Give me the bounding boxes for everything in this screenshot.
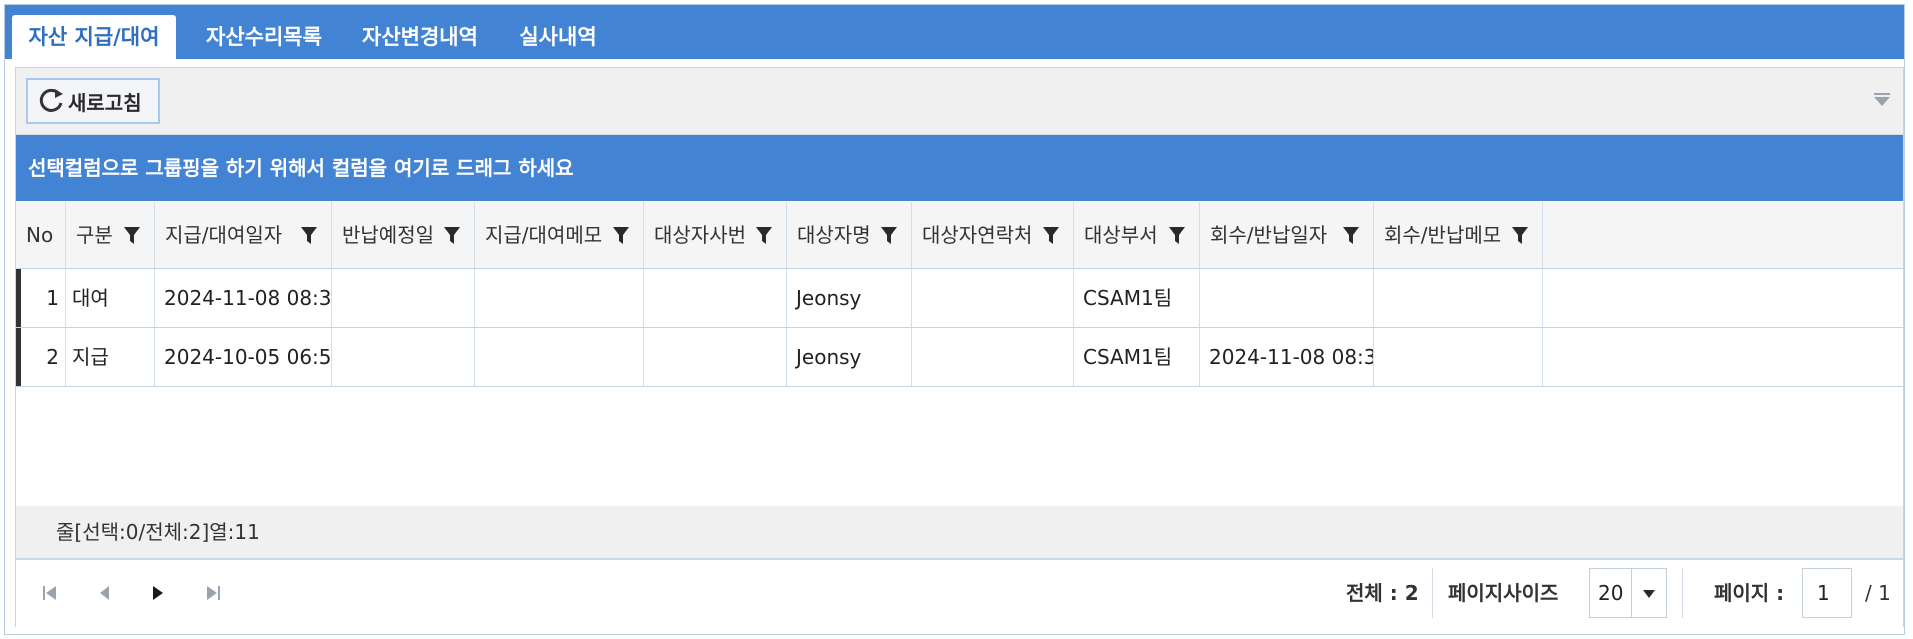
chevron-down-icon bbox=[1643, 590, 1655, 598]
page-number-input[interactable]: 1 bbox=[1802, 568, 1852, 618]
column-header-return-date[interactable]: 회수/반납일자 bbox=[1200, 202, 1374, 268]
page-size-label: 페이지사이즈 bbox=[1448, 581, 1559, 605]
cell-department[interactable]: CSAM1팀 bbox=[1074, 328, 1200, 386]
column-header-label: 회수/반납메모 bbox=[1384, 223, 1502, 247]
next-page-icon[interactable] bbox=[148, 583, 168, 603]
tab-bar: 자산 지급/대여 자산수리목록 자산변경내역 실사내역 bbox=[5, 5, 1904, 59]
column-header-label: 대상자명 bbox=[797, 223, 871, 247]
cell-employee-name[interactable]: Jeonsy bbox=[787, 328, 912, 386]
first-page-icon[interactable] bbox=[40, 583, 60, 603]
filter-icon[interactable] bbox=[1343, 227, 1359, 245]
column-header-label: No bbox=[26, 223, 54, 247]
pager-divider bbox=[1432, 568, 1433, 618]
cell-employee-id[interactable] bbox=[644, 269, 787, 327]
table-row[interactable]: 1 대여 2024-11-08 08:32:27 Jeonsy CSAM1팀 bbox=[16, 269, 1903, 328]
cell-employee-name[interactable]: Jeonsy bbox=[787, 269, 912, 327]
column-header-employee-id[interactable]: 대상자사번 bbox=[644, 202, 787, 268]
filter-icon[interactable] bbox=[1512, 227, 1528, 245]
pager-divider bbox=[1682, 568, 1683, 618]
cell-no[interactable]: 1 bbox=[16, 269, 66, 327]
cell-return-due-date[interactable] bbox=[332, 269, 475, 327]
page-size-value: 20 bbox=[1598, 581, 1624, 605]
filter-icon[interactable] bbox=[756, 227, 772, 245]
column-header-employee-contact[interactable]: 대상자연락처 bbox=[912, 202, 1074, 268]
tab-asset-repair-list[interactable]: 자산수리목록 bbox=[186, 15, 342, 59]
group-panel[interactable]: 선택컬럼으로 그룹핑을 하기 위해서 컬럼을 여기로 드래그 하세요 bbox=[16, 135, 1903, 201]
column-header-employee-name[interactable]: 대상자명 bbox=[787, 202, 912, 268]
previous-page-icon[interactable] bbox=[95, 583, 115, 603]
column-header-label: 지급/대여일자 bbox=[165, 223, 283, 247]
tab-asset-issue-rental[interactable]: 자산 지급/대여 bbox=[12, 15, 176, 59]
cell-return-date[interactable] bbox=[1200, 269, 1374, 327]
cell-type[interactable]: 지급 bbox=[66, 328, 155, 386]
grid-header: No 구분 지급/대여일자 반납예정일 지급/대여메모 대상자사번 대상자명 대… bbox=[16, 202, 1903, 269]
tab-inspection-history[interactable]: 실사내역 bbox=[498, 15, 618, 59]
page-total-label: / 1 bbox=[1865, 581, 1891, 605]
filter-icon[interactable] bbox=[1169, 227, 1185, 245]
page-label: 페이지 : bbox=[1714, 581, 1785, 605]
cell-issue-memo[interactable] bbox=[475, 269, 644, 327]
data-grid: No 구분 지급/대여일자 반납예정일 지급/대여메모 대상자사번 대상자명 대… bbox=[16, 202, 1903, 506]
page-size-dropdown-button[interactable] bbox=[1631, 569, 1666, 617]
column-header-label: 대상자사번 bbox=[654, 223, 746, 247]
column-header-issue-memo[interactable]: 지급/대여메모 bbox=[475, 202, 644, 268]
column-header-no[interactable]: No bbox=[16, 202, 66, 268]
column-header-department[interactable]: 대상부서 bbox=[1074, 202, 1200, 268]
filter-icon[interactable] bbox=[1043, 227, 1059, 245]
cell-no[interactable]: 2 bbox=[16, 328, 66, 386]
cell-employee-id[interactable] bbox=[644, 328, 787, 386]
refresh-icon bbox=[39, 88, 63, 112]
last-page-icon[interactable] bbox=[203, 583, 223, 603]
cell-return-date[interactable]: 2024-11-08 08:32:27 bbox=[1200, 328, 1374, 386]
grid-panel: 새로고침 선택컬럼으로 그룹핑을 하기 위해서 컬럼을 여기로 드래그 하세요 … bbox=[15, 67, 1904, 628]
column-header-return-due-date[interactable]: 반납예정일 bbox=[332, 202, 475, 268]
cell-type[interactable]: 대여 bbox=[66, 269, 155, 327]
page-size-select[interactable]: 20 bbox=[1589, 568, 1667, 618]
tab-asset-change-history[interactable]: 자산변경내역 bbox=[342, 15, 498, 59]
column-header-label: 구분 bbox=[76, 223, 113, 247]
cell-employee-contact[interactable] bbox=[912, 269, 1074, 327]
cell-return-memo[interactable] bbox=[1374, 328, 1543, 386]
filter-icon[interactable] bbox=[613, 227, 629, 245]
cell-employee-contact[interactable] bbox=[912, 328, 1074, 386]
total-count-label: 전체 : 2 bbox=[1346, 581, 1419, 605]
filter-icon[interactable] bbox=[124, 227, 140, 245]
column-header-label: 회수/반납일자 bbox=[1210, 223, 1328, 247]
column-header-issue-date[interactable]: 지급/대여일자 bbox=[155, 202, 332, 268]
column-header-return-memo[interactable]: 회수/반납메모 bbox=[1374, 202, 1543, 268]
column-header-label: 반납예정일 bbox=[342, 223, 434, 247]
filter-icon[interactable] bbox=[881, 227, 897, 245]
pager: 전체 : 2 페이지사이즈 20 페이지 : 1 / 1 bbox=[16, 558, 1903, 628]
filter-icon[interactable] bbox=[444, 227, 460, 245]
cell-return-memo[interactable] bbox=[1374, 269, 1543, 327]
column-header-label: 대상자연락처 bbox=[922, 223, 1033, 247]
cell-issue-date[interactable]: 2024-10-05 06:50:22 bbox=[155, 328, 332, 386]
refresh-button[interactable]: 새로고침 bbox=[26, 78, 160, 124]
column-header-label: 지급/대여메모 bbox=[485, 223, 603, 247]
filter-icon[interactable] bbox=[301, 227, 317, 245]
cell-issue-memo[interactable] bbox=[475, 328, 644, 386]
asset-window: 자산 지급/대여 자산수리목록 자산변경내역 실사내역 새로고침 선택컬럼으로 … bbox=[4, 4, 1905, 635]
toolbar: 새로고침 bbox=[16, 68, 1903, 135]
cell-department[interactable]: CSAM1팀 bbox=[1074, 269, 1200, 327]
column-chooser-icon[interactable] bbox=[1873, 92, 1891, 108]
column-header-type[interactable]: 구분 bbox=[66, 202, 155, 268]
status-bar: 줄[선택:0/전체:2]열:11 bbox=[16, 506, 1903, 558]
cell-return-due-date[interactable] bbox=[332, 328, 475, 386]
column-header-label: 대상부서 bbox=[1084, 223, 1158, 247]
table-row[interactable]: 2 지급 2024-10-05 06:50:22 Jeonsy CSAM1팀 2… bbox=[16, 328, 1903, 387]
refresh-label: 새로고침 bbox=[68, 90, 142, 115]
cell-issue-date[interactable]: 2024-11-08 08:32:27 bbox=[155, 269, 332, 327]
